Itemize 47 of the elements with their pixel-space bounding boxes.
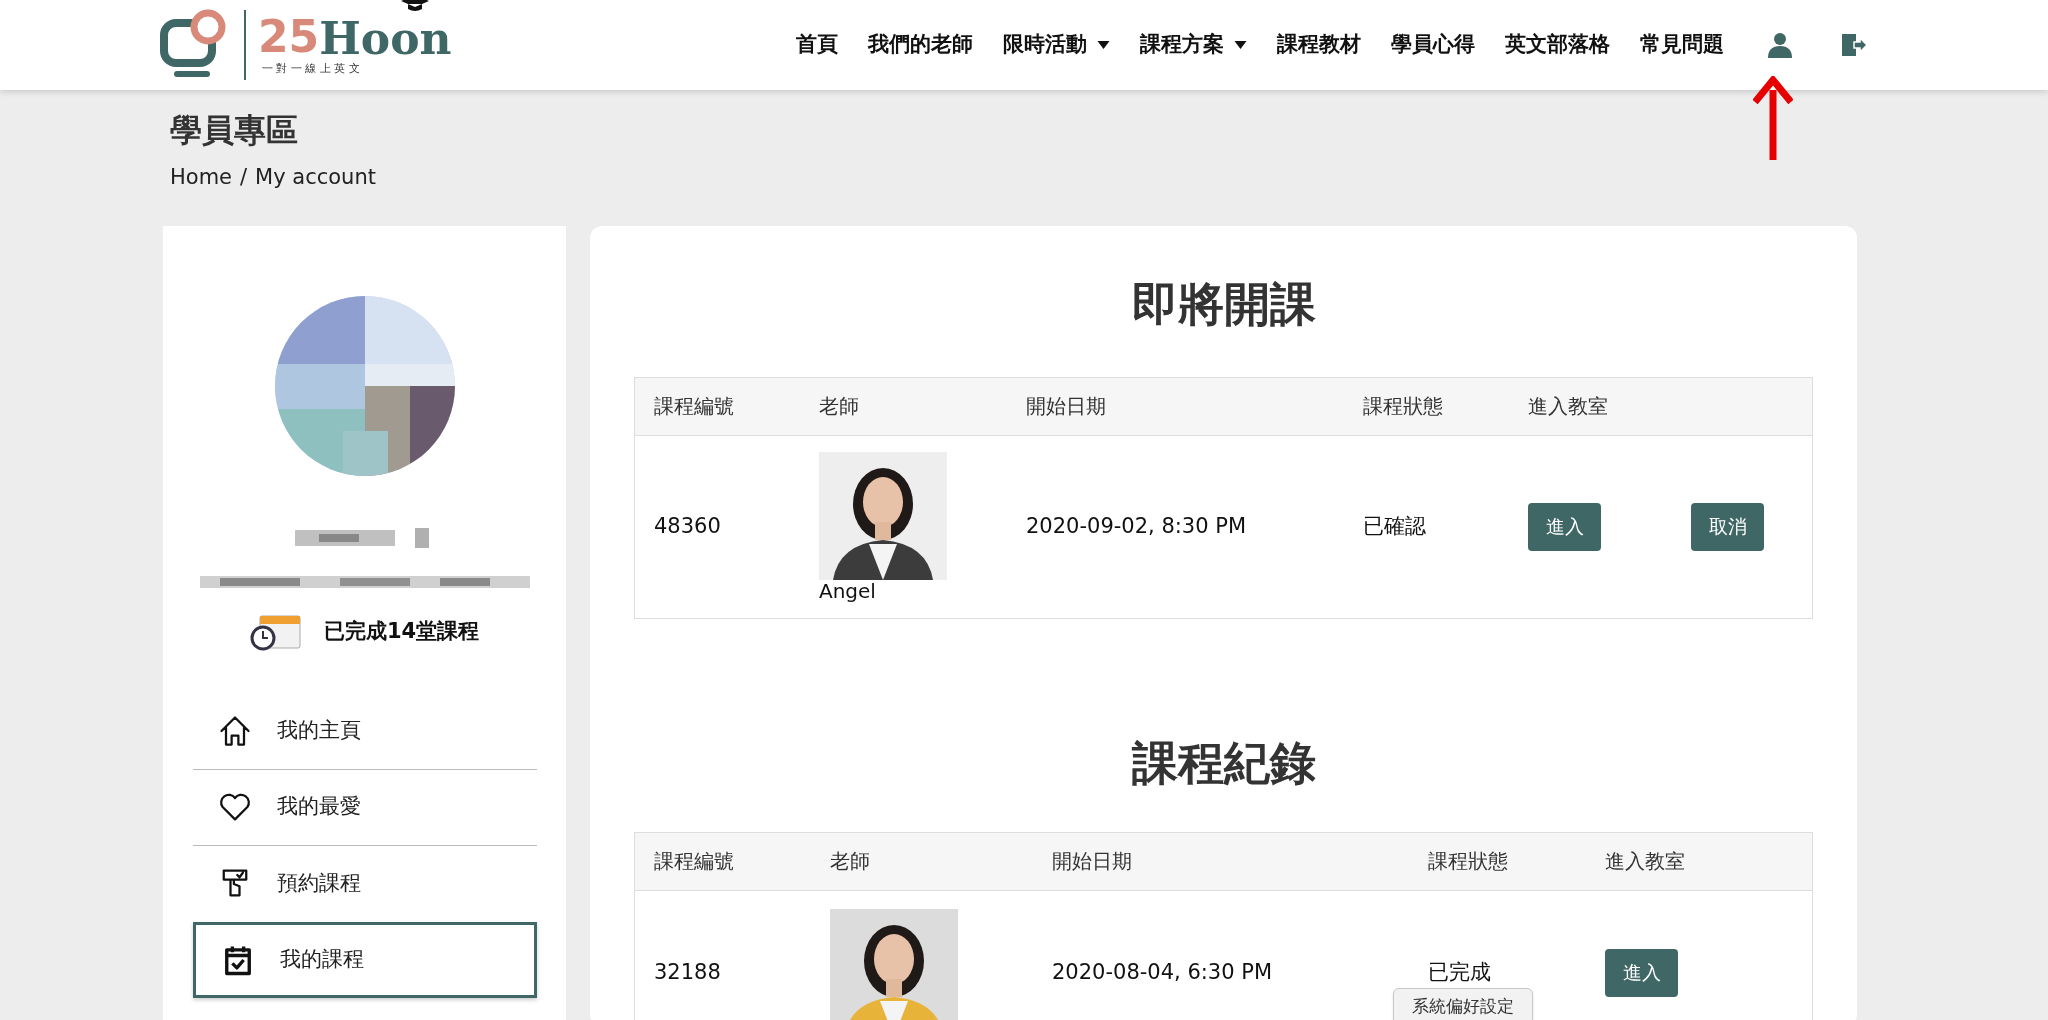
column-header: 進入教室 [1605, 848, 1686, 875]
enter-button[interactable]: 進入 [1605, 948, 1678, 997]
caret-icon [1234, 41, 1247, 49]
page-title: 學員專區 [170, 110, 298, 151]
column-header: 開始日期 [1052, 848, 1133, 875]
completed-count: 已完成14堂課程 [323, 617, 480, 645]
user-icon[interactable] [1768, 32, 1792, 58]
teacher-name: Angel [819, 579, 876, 602]
column-header: 老師 [830, 848, 871, 875]
breadcrumb-separator: / [240, 164, 248, 191]
column-header: 課程狀態 [1428, 848, 1509, 875]
nav-link[interactable]: 英文部落格 [1505, 29, 1610, 61]
course-status: 已完成 [1428, 958, 1492, 986]
logo-word: Hoon [319, 16, 452, 61]
course-status: 已確認 [1363, 512, 1427, 540]
section-title: 即將開課 [1130, 275, 1317, 333]
logo-number: 25 [258, 12, 320, 61]
sidebar-item[interactable]: 預約課程 [192, 845, 537, 922]
enter-button[interactable]: 進入 [1528, 502, 1601, 551]
column-header: 老師 [819, 393, 860, 420]
logo-tagline: 一 對 一 線 上 英 文 [261, 60, 361, 77]
nav-link[interactable]: 學員心得 [1391, 29, 1475, 61]
column-header: 課程編號 [654, 848, 735, 875]
column-header: 課程編號 [654, 393, 735, 420]
tooltip: 系統偏好設定 [1393, 987, 1533, 1020]
start-date: 2020-09-02, 8:30 PM [1026, 512, 1247, 540]
nav-link[interactable]: 課程教材 [1277, 29, 1361, 61]
breadcrumb-current: My account [255, 164, 376, 191]
sidebar-item[interactable]: 我的最愛 [192, 769, 537, 846]
nav-link[interactable]: 課程方案 [1140, 29, 1247, 61]
column-header: 開始日期 [1026, 393, 1107, 420]
nav-link[interactable]: 限時活動 [1003, 29, 1110, 61]
sidebar-item[interactable]: 我的課程 [192, 921, 537, 998]
course-id: 48360 [654, 512, 722, 540]
nav-link[interactable]: 我們的老師 [868, 29, 973, 61]
nav-link[interactable]: 常見問題 [1640, 29, 1724, 61]
cancel-button[interactable]: 取消 [1691, 502, 1764, 551]
section-title: 課程紀錄 [1130, 734, 1317, 792]
sidebar-item[interactable]: 我的主頁 [192, 693, 537, 770]
logout-icon[interactable] [1840, 32, 1868, 58]
course-id: 32188 [654, 958, 722, 986]
start-date: 2020-08-04, 6:30 PM [1052, 958, 1273, 986]
column-header: 課程狀態 [1363, 393, 1444, 420]
breadcrumb-link[interactable]: Home [170, 162, 232, 194]
caret-icon [1097, 41, 1110, 49]
nav-link[interactable]: 首頁 [796, 29, 838, 61]
column-header: 進入教室 [1528, 393, 1609, 420]
